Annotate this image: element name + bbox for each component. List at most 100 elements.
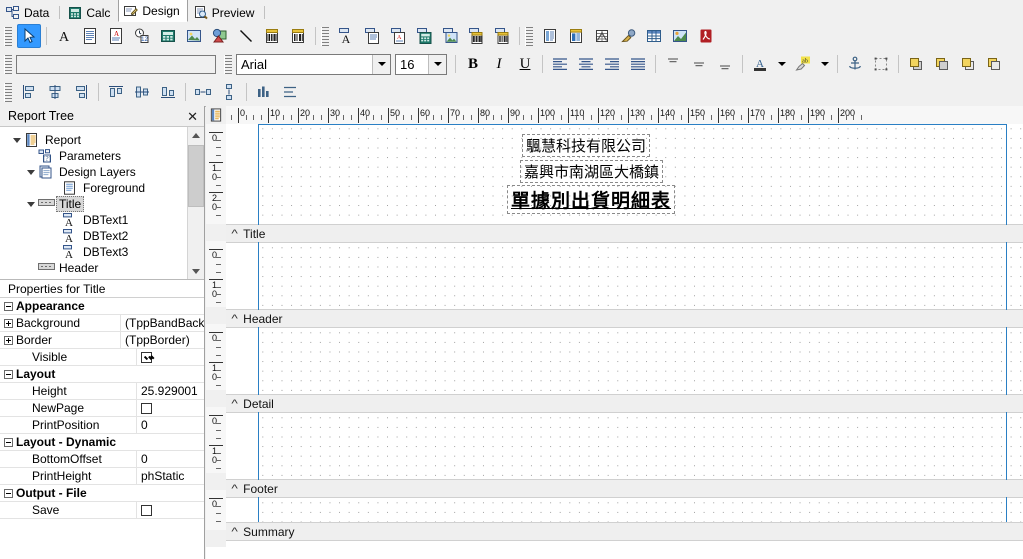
valign-middle-button[interactable] xyxy=(687,52,711,76)
expander-icon[interactable] xyxy=(24,164,38,180)
band-area-footer[interactable] xyxy=(226,412,1023,480)
shape-tool[interactable] xyxy=(208,24,232,48)
newpage-checkbox[interactable] xyxy=(141,402,152,414)
valign-bottom-button[interactable] xyxy=(713,52,737,76)
tree-node-dbtext2[interactable]: A DBText2 xyxy=(10,228,204,245)
property-row-background[interactable]: Background (TppBandBackg xyxy=(0,315,204,332)
rich-text-tool[interactable]: A xyxy=(104,24,128,48)
underline-button[interactable]: U xyxy=(513,52,537,76)
toolbar-grip-db[interactable] xyxy=(321,26,329,46)
select-pointer-tool[interactable] xyxy=(17,24,41,48)
tab-preview[interactable]: Preview xyxy=(188,2,263,22)
tree-node-dbtext1[interactable]: A DBText1 xyxy=(10,212,204,229)
collapse-icon[interactable] xyxy=(0,301,16,311)
bring-to-front-button[interactable] xyxy=(904,52,928,76)
close-icon[interactable]: ✕ xyxy=(187,110,198,123)
property-row-border[interactable]: Border (TppBorder) xyxy=(0,332,204,349)
bold-button[interactable]: B xyxy=(461,52,485,76)
property-value[interactable] xyxy=(136,400,204,416)
property-value[interactable] xyxy=(136,502,204,518)
property-value[interactable]: phStatic xyxy=(136,468,204,484)
stretch-button[interactable] xyxy=(869,52,893,76)
tree-node-design-layers[interactable]: Design Layers xyxy=(10,164,204,180)
tab-design[interactable]: Design xyxy=(118,0,188,22)
report-page[interactable]: 颿慧科技有限公司 嘉興市南湖區大橋鎮 單據別出貨明細表 ^ Title ^ He… xyxy=(226,124,1023,559)
tree-node-header[interactable]: Header xyxy=(10,260,204,276)
toolbar-grip-3[interactable] xyxy=(4,82,12,102)
size-to-widest-button[interactable] xyxy=(252,80,276,104)
toolbar-grip-2[interactable] xyxy=(4,54,12,74)
tree-node-title[interactable]: Title xyxy=(10,196,204,212)
align-left-button[interactable] xyxy=(548,52,572,76)
band-header-title[interactable]: ^ Title xyxy=(226,224,1023,243)
property-grid[interactable]: Appearance Background (TppBandBackg Bord… xyxy=(0,298,204,519)
property-row-printheight[interactable]: PrintHeight phStatic xyxy=(0,468,204,485)
property-value[interactable]: 25.929001 xyxy=(136,383,204,399)
dbtext2-address[interactable]: 嘉興市南湖區大橋鎮 xyxy=(520,160,664,183)
align-right-button[interactable] xyxy=(600,52,624,76)
memo-tool[interactable] xyxy=(78,24,102,48)
space-horizontally-button[interactable] xyxy=(191,80,215,104)
highlight-color-dropdown[interactable] xyxy=(817,52,832,76)
collapse-icon[interactable] xyxy=(0,437,16,447)
report-tree[interactable]: Report [?] Parameters Design Layers Fore… xyxy=(0,127,204,279)
report-tree-scrollbar[interactable] xyxy=(187,127,204,279)
property-value[interactable]: (TppBorder) xyxy=(120,332,204,348)
toolbar-grip-adv[interactable] xyxy=(525,26,533,46)
tree-node-dbtext3[interactable]: A DBText3 xyxy=(10,244,204,261)
paintbox-tool[interactable] xyxy=(616,24,640,48)
design-canvas[interactable]: 0 10 20 30 40 50 60 70 80 90 100 110 120 130 140 150 160… xyxy=(206,106,1023,559)
property-row-save[interactable]: Save xyxy=(0,502,204,519)
property-row-bottomoffset[interactable]: BottomOffset 0 xyxy=(0,451,204,468)
dbtext-tool[interactable]: A xyxy=(334,24,358,48)
chevron-down-icon[interactable] xyxy=(428,54,446,74)
scroll-up-icon[interactable] xyxy=(188,127,204,143)
barcode-tool[interactable] xyxy=(260,24,284,48)
image-tool[interactable] xyxy=(182,24,206,48)
tree-node-report[interactable]: Report xyxy=(10,132,204,148)
highlight-color-button[interactable]: ab xyxy=(791,52,815,76)
property-value[interactable]: 0 xyxy=(136,417,204,433)
table-grid-tool[interactable] xyxy=(642,24,666,48)
chart-tool[interactable] xyxy=(668,24,692,48)
band-header-summary[interactable]: ^ Summary xyxy=(226,522,1023,541)
save-checkbox[interactable] xyxy=(141,504,152,516)
pdf-export-tool[interactable] xyxy=(694,24,718,48)
property-value[interactable]: (TppBandBackg xyxy=(120,315,204,331)
band-area-detail[interactable] xyxy=(226,327,1023,395)
tab-data[interactable]: Data xyxy=(0,2,57,22)
font-size-combo[interactable]: 16 xyxy=(395,53,447,75)
band-area-title[interactable]: 颿慧科技有限公司 嘉興市南湖區大橋鎮 單據別出貨明細表 xyxy=(226,124,1023,225)
dbmemo-tool[interactable] xyxy=(360,24,384,48)
system-variable-tool[interactable]: 12 xyxy=(130,24,154,48)
font-family-combo[interactable]: Arial xyxy=(236,53,391,75)
send-backward-button[interactable] xyxy=(982,52,1006,76)
subreport-tool[interactable] xyxy=(564,24,588,48)
band-header-header[interactable]: ^ Header xyxy=(226,309,1023,328)
align-left-edges-button[interactable] xyxy=(17,80,41,104)
align-justify-button[interactable] xyxy=(626,52,650,76)
property-row-height[interactable]: Height 25.929001 xyxy=(0,383,204,400)
dbcalc-tool[interactable] xyxy=(412,24,436,48)
align-top-edges-button[interactable] xyxy=(104,80,128,104)
chevron-up-icon[interactable]: ^ xyxy=(231,483,237,495)
region-tool[interactable] xyxy=(538,24,562,48)
property-row-newpage[interactable]: NewPage xyxy=(0,400,204,417)
toolbar-grip-font[interactable] xyxy=(224,54,232,74)
dbcheckbox-tool[interactable] xyxy=(490,24,514,48)
collapse-icon[interactable] xyxy=(0,488,16,498)
dbrichtext-tool[interactable]: A xyxy=(386,24,410,48)
dbtext3-report-title[interactable]: 單據別出貨明細表 xyxy=(507,185,676,214)
align-horizontal-centers-button[interactable] xyxy=(43,80,67,104)
crosstab-tool[interactable] xyxy=(590,24,614,48)
property-category-layout-dynamic[interactable]: Layout - Dynamic xyxy=(0,434,204,451)
scroll-thumb[interactable] xyxy=(188,145,204,207)
space-vertically-button[interactable] xyxy=(217,80,241,104)
tab-calc[interactable]: Calc xyxy=(62,2,118,22)
italic-button[interactable]: I xyxy=(487,52,511,76)
align-bottom-edges-button[interactable] xyxy=(156,80,180,104)
valign-top-button[interactable] xyxy=(661,52,685,76)
chevron-up-icon[interactable]: ^ xyxy=(231,526,237,538)
visible-checkbox[interactable] xyxy=(141,351,152,363)
toolbar-grip-1[interactable] xyxy=(4,26,12,46)
